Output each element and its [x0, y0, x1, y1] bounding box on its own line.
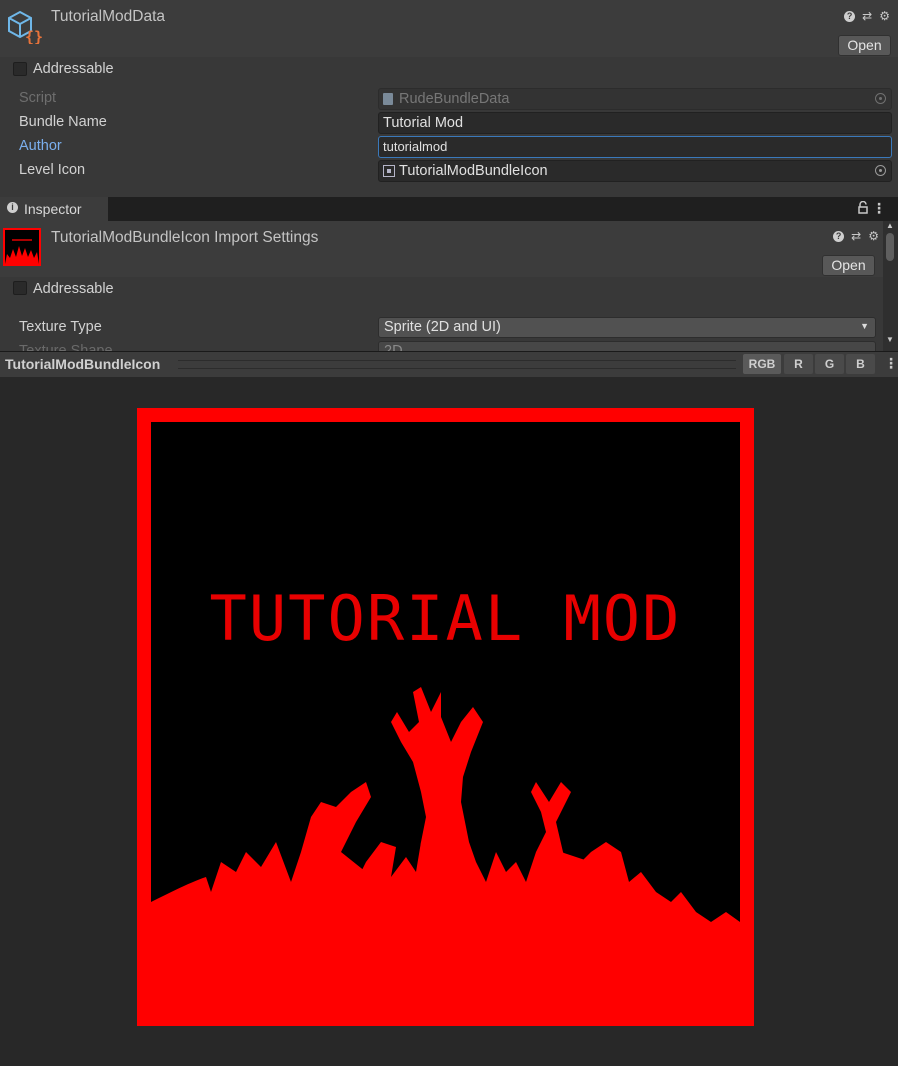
help-icon[interactable]: ?: [844, 10, 856, 22]
gear-icon[interactable]: ⚙: [868, 229, 879, 243]
script-label: Script: [19, 90, 57, 106]
presets-icon[interactable]: ⇄: [851, 229, 861, 243]
help-icon[interactable]: ?: [833, 230, 845, 242]
tab-inspector-label: Inspector: [24, 201, 82, 217]
addressable-row: Addressable: [0, 57, 898, 82]
author-input[interactable]: tutorialmod: [378, 136, 892, 158]
level-icon-object-picker-icon[interactable]: [875, 165, 886, 176]
kebab-menu-icon[interactable]: ⋮: [872, 200, 886, 217]
texture-preview-canvas: TUTORIAL MOD: [151, 422, 740, 991]
preview-drag-handle[interactable]: [178, 360, 736, 369]
import-settings-title: TutorialModBundleIcon Import Settings: [51, 229, 319, 246]
asset-header: {} TutorialModData ? ⇄ ⚙ Open: [0, 0, 898, 57]
channel-g-button[interactable]: G: [815, 354, 844, 374]
texture-shape-dropdown[interactable]: 2D: [378, 341, 876, 351]
bundle-name-label: Bundle Name: [19, 114, 107, 130]
chevron-down-icon: ▼: [860, 321, 869, 331]
level-icon-label: Level Icon: [19, 162, 86, 178]
texture-preview-area: TUTORIAL MOD: [0, 377, 898, 1066]
open-button[interactable]: Open: [822, 255, 875, 276]
inspector-scrollbar[interactable]: ▲ ▼: [883, 221, 898, 351]
kebab-menu-icon[interactable]: ⋮: [884, 355, 898, 372]
texture-thumbnail: [3, 228, 41, 266]
info-icon: i: [7, 202, 18, 213]
addressable-row: Addressable: [0, 277, 883, 302]
preview-toolbar: TutorialModBundleIcon RGB R G B ⋮: [0, 351, 898, 377]
script-field: RudeBundleData: [378, 88, 892, 110]
scroll-up-icon[interactable]: ▲: [886, 221, 894, 230]
texture-type-label: Texture Type: [19, 319, 102, 335]
channel-r-button[interactable]: R: [784, 354, 813, 374]
presets-icon[interactable]: ⇄: [862, 9, 872, 23]
addressable-label: Addressable: [33, 61, 114, 77]
channel-rgb-button[interactable]: RGB: [743, 354, 781, 374]
asset-title: TutorialModData: [51, 8, 166, 25]
texture-preview-image: TUTORIAL MOD: [137, 408, 754, 1026]
sprite-icon: [383, 165, 395, 177]
channel-b-button[interactable]: B: [846, 354, 875, 374]
scriptable-object-icon: {}: [6, 10, 44, 46]
preview-title: TutorialModBundleIcon: [5, 356, 161, 372]
scroll-down-icon[interactable]: ▼: [886, 335, 894, 344]
bundle-name-input[interactable]: Tutorial Mod: [378, 112, 892, 134]
addressable-checkbox[interactable]: [13, 62, 27, 76]
scrollbar-thumb[interactable]: [886, 233, 894, 261]
open-button[interactable]: Open: [838, 35, 891, 56]
texture-shape-label: Texture Shape: [19, 343, 113, 351]
author-label: Author: [19, 138, 62, 154]
tab-inspector[interactable]: i Inspector: [0, 197, 108, 221]
lock-icon[interactable]: [858, 200, 868, 217]
svg-text:{}: {}: [25, 28, 43, 44]
inspector-tab-bar: i Inspector ⋮: [0, 197, 898, 221]
level-icon-field[interactable]: TutorialModBundleIcon: [378, 160, 892, 182]
gear-icon[interactable]: ⚙: [879, 9, 890, 23]
import-settings-fields: Texture Type Sprite (2D and UI) ▼ Textur…: [0, 302, 883, 351]
script-object-picker-icon: [875, 93, 886, 104]
addressable-label: Addressable: [33, 281, 114, 297]
script-file-icon: [383, 93, 393, 105]
zombie-hands-art: [151, 687, 740, 991]
texture-type-dropdown[interactable]: Sprite (2D and UI) ▼: [378, 317, 876, 338]
asset-fields: Script RudeBundleData Bundle Name Tutori…: [0, 82, 898, 197]
addressable-checkbox[interactable]: [13, 281, 27, 295]
